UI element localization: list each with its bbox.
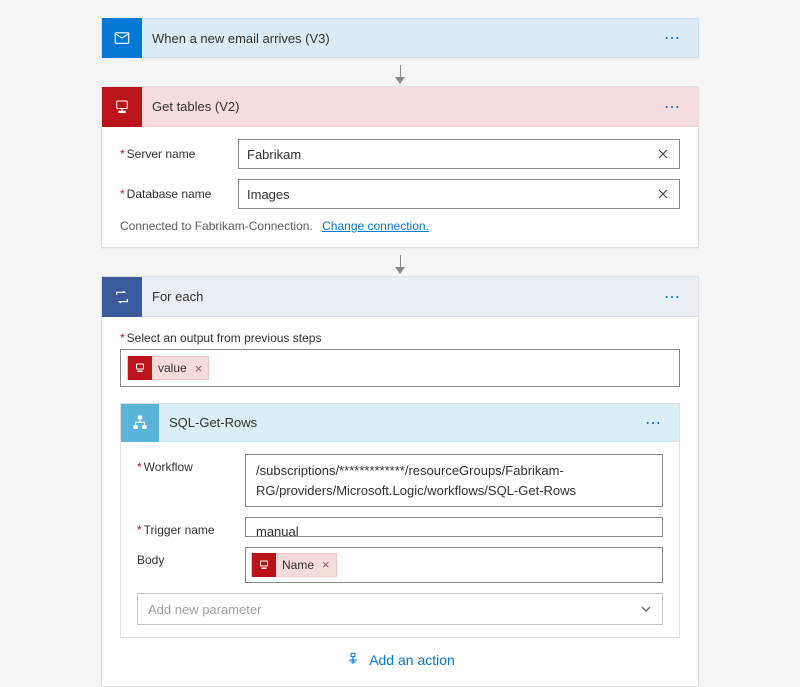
arrow-icon [400,58,401,86]
sql-icon [252,553,276,577]
server-name-input[interactable]: Fabrikam [238,139,680,169]
subworkflow-card: SQL-Get-Rows ⋯ Workflow /subscriptions/*… [120,403,680,638]
remove-token-button[interactable]: × [322,555,330,575]
trigger-title: When a new email arrives (V3) [152,31,650,46]
add-action-label: Add an action [369,652,455,668]
sql-menu-button[interactable]: ⋯ [660,97,686,117]
add-parameter-dropdown[interactable]: Add new parameter [137,593,663,625]
logicapp-icon [121,404,159,442]
remove-token-button[interactable]: × [195,361,203,376]
trigger-name-input[interactable]: manual [245,517,663,537]
sql-card: Get tables (V2) ⋯ Server name Fabrikam D… [101,86,699,248]
token-label: Name [282,556,314,574]
name-token[interactable]: Name × [251,553,337,577]
sql-header[interactable]: Get tables (V2) ⋯ [102,87,698,127]
workflow-value: /subscriptions/*************/resourceGro… [256,463,576,498]
token-label: value [158,361,187,375]
connection-status: Connected to Fabrikam-Connection. [120,219,313,233]
add-parameter-label: Add new parameter [148,602,261,617]
add-action-button[interactable]: Add an action [120,638,680,676]
workflow-label: Workflow [137,454,245,474]
foreach-title: For each [152,289,650,304]
change-connection-link[interactable]: Change connection. [322,219,429,233]
add-action-icon [345,652,361,668]
database-name-label: Database name [120,187,238,201]
sql-title: Get tables (V2) [152,99,650,114]
subworkflow-menu-button[interactable]: ⋯ [641,413,667,433]
subworkflow-title: SQL-Get-Rows [169,415,631,430]
outlook-icon [102,18,142,58]
value-token[interactable]: value × [127,356,209,380]
clear-server-button[interactable] [655,146,671,162]
select-output-label: Select an output from previous steps [120,331,680,345]
trigger-name-value: manual [256,524,299,539]
trigger-menu-button[interactable]: ⋯ [660,28,686,48]
subworkflow-header[interactable]: SQL-Get-Rows ⋯ [121,404,679,442]
body-input[interactable]: Name × [245,547,663,583]
chevron-down-icon [640,603,652,615]
server-name-label: Server name [120,147,238,161]
foreach-menu-button[interactable]: ⋯ [660,287,686,307]
database-name-value: Images [247,187,655,202]
body-label: Body [137,547,245,567]
foreach-icon [102,277,142,317]
trigger-card[interactable]: When a new email arrives (V3) ⋯ [101,18,699,58]
select-output-input[interactable]: value × [120,349,680,387]
trigger-name-label: Trigger name [137,517,245,537]
sql-icon [102,87,142,127]
sql-icon [128,356,152,380]
database-name-input[interactable]: Images [238,179,680,209]
arrow-icon [400,248,401,276]
workflow-input[interactable]: /subscriptions/*************/resourceGro… [245,454,663,507]
server-name-value: Fabrikam [247,147,655,162]
foreach-card: For each ⋯ Select an output from previou… [101,276,699,687]
clear-database-button[interactable] [655,186,671,202]
foreach-header[interactable]: For each ⋯ [102,277,698,317]
